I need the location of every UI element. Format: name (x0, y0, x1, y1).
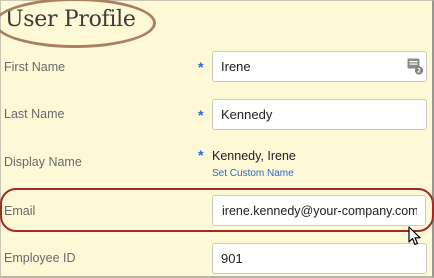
page-title: User Profile (5, 7, 136, 32)
display-name-required-mark: * (198, 147, 204, 163)
first-name-label: First Name (4, 60, 66, 74)
contact-card-icon[interactable]: 2 (407, 58, 423, 75)
last-name-label: Last Name (4, 107, 65, 121)
display-name-label: Display Name (4, 155, 82, 169)
email-field[interactable] (212, 195, 426, 226)
window-frame (0, 0, 434, 278)
display-name-value: Kennedy, Irene (212, 149, 296, 163)
last-name-field[interactable] (212, 99, 427, 130)
employee-id-field[interactable] (212, 243, 427, 274)
set-custom-name-link[interactable]: Set Custom Name (212, 168, 294, 179)
employee-id-label: Employee ID (4, 251, 76, 265)
last-name-required-mark: * (198, 107, 204, 123)
email-label: Email (4, 204, 36, 218)
first-name-required-mark: * (198, 59, 204, 75)
first-name-field[interactable] (212, 51, 427, 82)
mouse-cursor-icon (408, 226, 421, 246)
svg-text:2: 2 (417, 68, 421, 75)
